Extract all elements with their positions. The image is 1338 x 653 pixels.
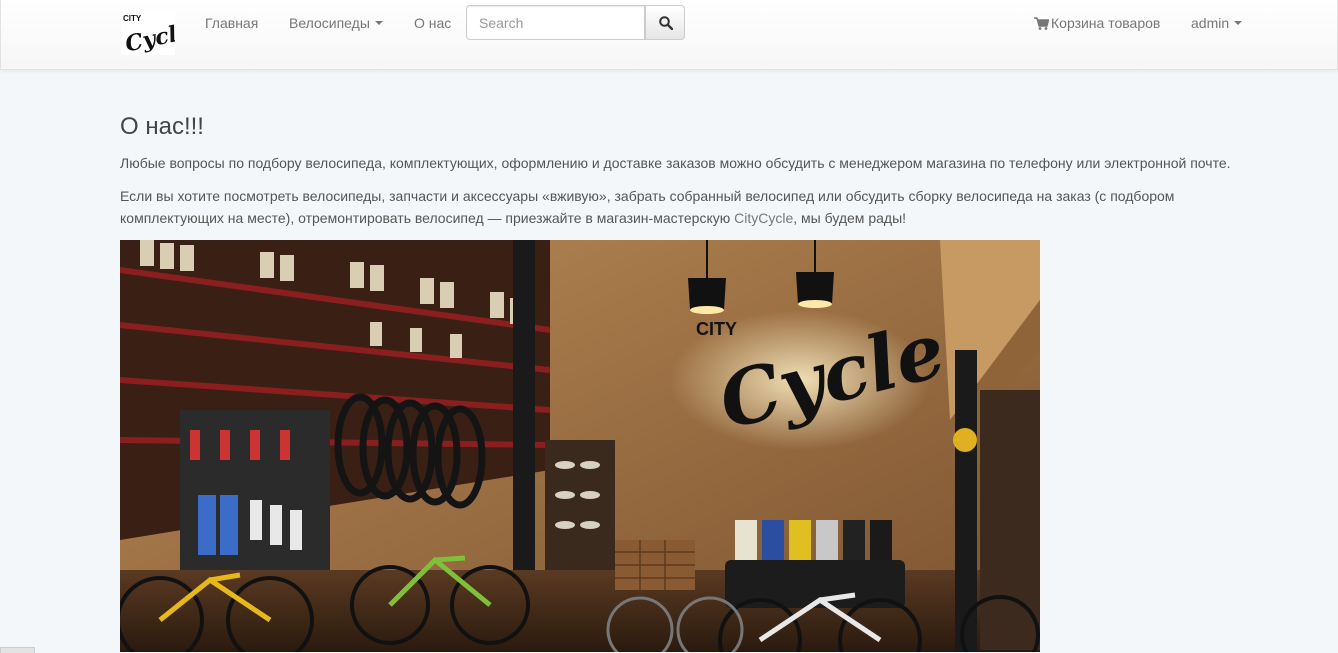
search-input[interactable] bbox=[466, 5, 645, 40]
nav-dropdown-bicycles-label: Велосипеды bbox=[289, 15, 370, 31]
user-menu-label: admin bbox=[1191, 15, 1230, 31]
user-menu-dropdown[interactable]: admin bbox=[1191, 14, 1243, 32]
svg-text:CITY: CITY bbox=[123, 14, 142, 23]
page-title: О нас!!! bbox=[120, 113, 204, 140]
visit-paragraph-end: , мы будем рады! bbox=[793, 210, 907, 226]
horizontal-scrollbar-thumb[interactable] bbox=[0, 647, 35, 653]
svg-text:CITY: CITY bbox=[696, 319, 737, 339]
visit-paragraph-text: Если вы хотите посмотреть велосипеды, за… bbox=[120, 188, 1175, 226]
cart-link[interactable]: Корзина товаров bbox=[1034, 14, 1160, 32]
cart-label: Корзина товаров bbox=[1051, 15, 1161, 31]
search-button[interactable] bbox=[645, 5, 685, 40]
caret-down-icon bbox=[1234, 21, 1243, 25]
shop-interior-illustration: CITY Cycle bbox=[120, 240, 1040, 652]
intro-paragraph: Любые вопросы по подбору велосипеда, ком… bbox=[120, 155, 1231, 171]
nav-link-home[interactable]: Главная bbox=[205, 14, 258, 32]
logo-graphic: CITY Cycle bbox=[123, 14, 193, 57]
brand-logo[interactable]: CITY Cycle bbox=[121, 11, 193, 57]
search-icon bbox=[659, 16, 673, 30]
nav-link-about[interactable]: О нас bbox=[414, 14, 451, 32]
cart-icon bbox=[1034, 17, 1049, 30]
top-navbar: CITY Cycle Главная Велосипеды О нас Корз… bbox=[0, 0, 1338, 70]
citycycle-link[interactable]: CityCycle bbox=[734, 210, 793, 226]
nav-dropdown-bicycles[interactable]: Велосипеды bbox=[289, 14, 383, 32]
caret-down-icon bbox=[374, 21, 383, 25]
visit-paragraph: Если вы хотите посмотреть велосипеды, за… bbox=[120, 185, 1240, 229]
shop-interior-photo: CITY Cycle bbox=[120, 240, 1040, 652]
svg-text:Cycle: Cycle bbox=[123, 18, 175, 55]
